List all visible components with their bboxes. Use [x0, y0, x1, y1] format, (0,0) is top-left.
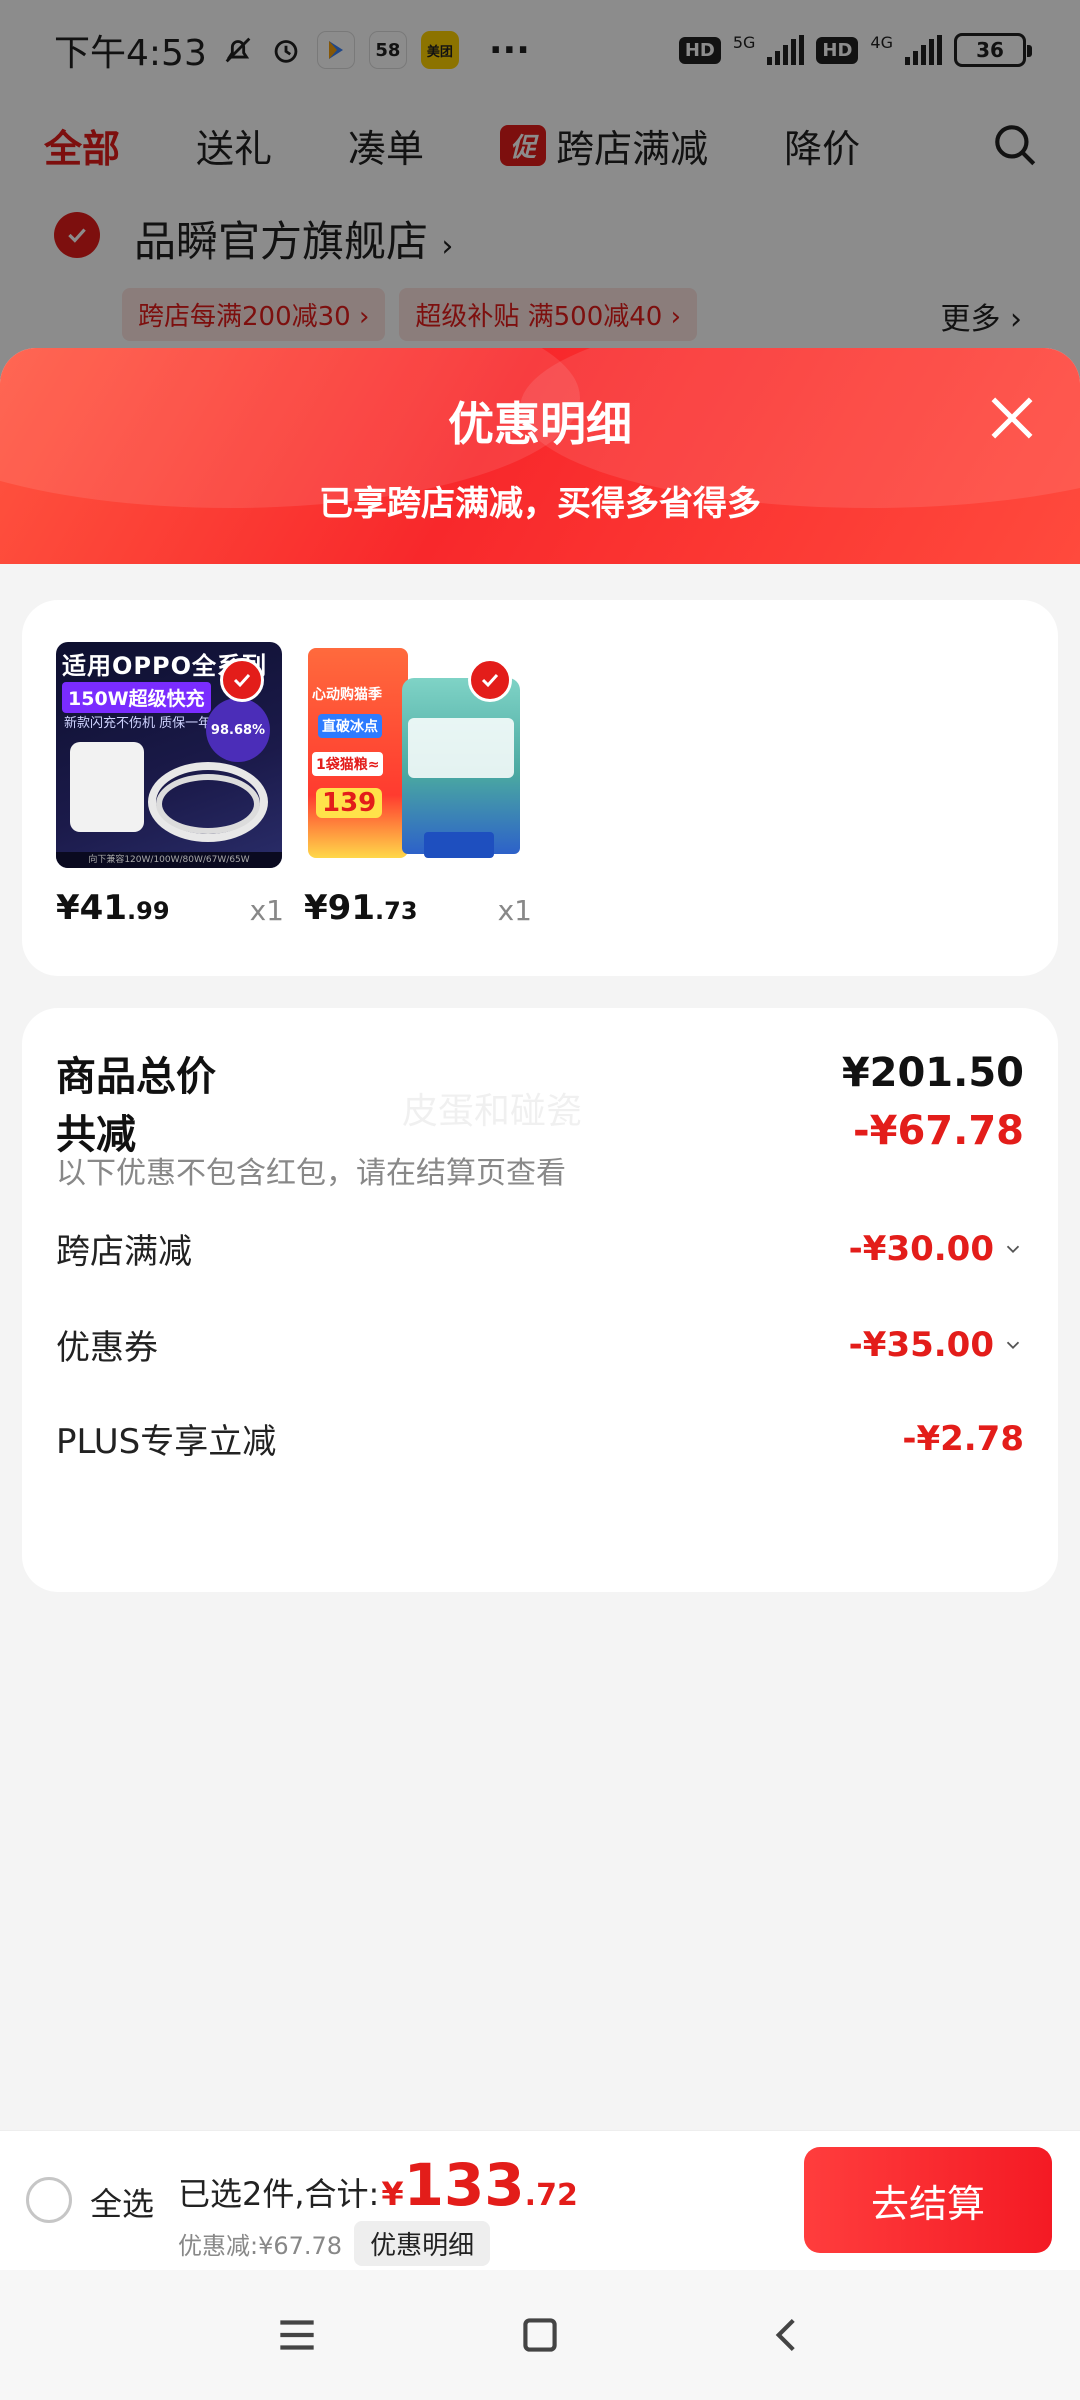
total-row: 商品总价 ¥201.50 — [56, 1044, 1024, 1102]
discount-line-coupon[interactable]: 优惠券 -¥35.00 — [56, 1320, 1024, 1369]
discount-note: 以下优惠不包含红包，请在结算页查看 — [56, 1156, 566, 1191]
home-square-icon[interactable] — [515, 2310, 565, 2360]
discount-summary: 优惠减:¥67.78 优惠明细 — [178, 2221, 491, 2266]
price-int: 91 — [327, 888, 375, 928]
image-text: 139 — [316, 788, 383, 818]
modal-backdrop[interactable] — [0, 0, 1080, 400]
total-label: 商品总价 — [56, 1054, 216, 1100]
product-price: ¥41.99 — [56, 888, 170, 928]
price-dec: .73 — [375, 897, 418, 925]
select-all-radio[interactable] — [26, 2177, 72, 2223]
line-label: PLUS专享立减 — [56, 1422, 277, 1462]
checkout-bar: 全选 已选2件,合计: ¥ 133 .72 优惠减:¥67.78 优惠明细 去结… — [0, 2130, 1080, 2270]
image-text: 心动购猫季 — [312, 687, 382, 703]
catfood-cans — [424, 832, 494, 858]
price-symbol: ¥ — [56, 888, 80, 928]
back-icon[interactable] — [762, 2310, 812, 2360]
line-value-text: -¥30.00 — [848, 1228, 994, 1269]
image-text: 150W超级快充 — [62, 682, 211, 713]
product-price: ¥91.73 — [304, 888, 418, 928]
total-int: 133 — [403, 2151, 525, 2219]
charger-brick — [70, 742, 144, 832]
total-value: ¥201.50 — [841, 1050, 1024, 1096]
product-item[interactable]: 适用OPPO全系列 150W超级快充 新款闪充不伤机 质保一年 98.68% 向… — [56, 642, 284, 928]
line-value-text: -¥35.00 — [848, 1324, 994, 1365]
product-image-charger: 适用OPPO全系列 150W超级快充 新款闪充不伤机 质保一年 98.68% 向… — [56, 642, 282, 868]
chevron-down-icon — [1006, 1341, 1020, 1349]
cable-coil-inner — [156, 774, 260, 834]
close-icon[interactable] — [984, 390, 1040, 446]
discount-value: -¥67.78 — [853, 1108, 1024, 1154]
product-check-icon[interactable] — [468, 658, 512, 702]
image-text: 直破冰点 — [318, 714, 382, 738]
discount-detail-sheet: 优惠明细 已享跨店满减，买得多省得多 适用OPPO全系列 150W超级快充 新款… — [0, 348, 1080, 2130]
discount-line-cross-store[interactable]: 跨店满减 -¥30.00 — [56, 1224, 1024, 1273]
sheet-header: 优惠明细 已享跨店满减，买得多省得多 — [0, 348, 1080, 564]
chevron-down-icon — [1006, 1245, 1020, 1253]
product-item[interactable]: 心动购猫季 直破冰点 1袋猫粮≈ 139 ¥91.73 x1 — [304, 642, 532, 928]
discount-detail-button[interactable]: 优惠明细 — [354, 2221, 491, 2266]
image-text: 98.68% — [206, 698, 270, 762]
price-dec: .99 — [127, 897, 170, 925]
image-text: 1袋猫粮≈ — [312, 752, 384, 776]
sheet-title: 优惠明细 — [448, 397, 632, 451]
selected-count-text: 已选2件,合计: — [178, 2175, 380, 2213]
checkout-button[interactable]: 去结算 — [804, 2147, 1052, 2253]
product-qty: x1 — [249, 894, 284, 927]
product-check-icon[interactable] — [220, 658, 264, 702]
discount-text: 优惠减:¥67.78 — [178, 2232, 343, 2260]
total-dec: .72 — [524, 2178, 578, 2213]
line-value: -¥35.00 — [849, 1325, 1024, 1365]
price-summary: 皮蛋和碰瓷 商品总价 ¥201.50 共减 -¥67.78 以下优惠不包含红包，… — [22, 1008, 1058, 1592]
image-text: 新款闪充不伤机 质保一年 — [64, 716, 212, 731]
product-list: 适用OPPO全系列 150W超级快充 新款闪充不伤机 质保一年 98.68% 向… — [22, 600, 1058, 976]
catfood-box: 心动购猫季 直破冰点 1袋猫粮≈ 139 — [308, 648, 408, 858]
price-symbol: ¥ — [304, 888, 328, 928]
select-all-label[interactable]: 全选 — [90, 2179, 154, 2225]
line-value: -¥30.00 — [849, 1229, 1024, 1269]
discount-line-plus: PLUS专享立减 -¥2.78 — [56, 1414, 1024, 1463]
line-label: 优惠券 — [56, 1328, 158, 1368]
product-image-catfood: 心动购猫季 直破冰点 1袋猫粮≈ 139 — [304, 642, 530, 868]
selected-total: 已选2件,合计: ¥ 133 .72 — [178, 2151, 578, 2219]
total-symbol: ¥ — [381, 2175, 404, 2213]
line-label: 跨店满减 — [56, 1232, 192, 1272]
sheet-subtitle: 已享跨店满减，买得多省得多 — [319, 484, 761, 524]
product-qty: x1 — [497, 894, 532, 927]
price-int: 41 — [79, 888, 127, 928]
catfood-bag — [402, 678, 520, 854]
line-value: -¥2.78 — [902, 1418, 1024, 1459]
system-nav-bar — [0, 2270, 1080, 2400]
menu-icon[interactable] — [272, 2310, 322, 2360]
image-text: 向下兼容120W/100W/80W/67W/65W — [56, 852, 282, 868]
